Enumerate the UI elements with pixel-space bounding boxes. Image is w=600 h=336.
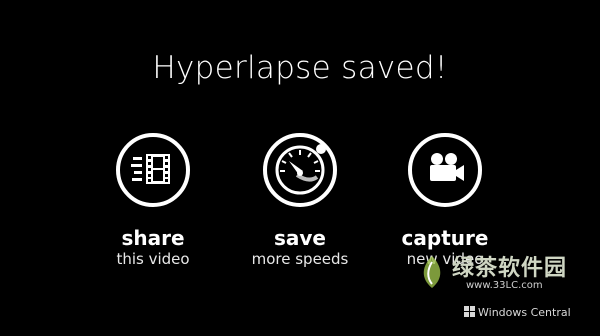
video-camera-icon <box>408 133 482 207</box>
page-title: Hyperlapse saved! <box>152 50 448 86</box>
save-label: save <box>273 226 326 250</box>
watermark-url: www.33LC.com <box>466 280 543 291</box>
share-sublabel: this video <box>116 250 190 268</box>
share-button[interactable]: share this video <box>78 133 228 269</box>
capture-label: capture <box>401 226 489 250</box>
watermark: 绿茶软件园 www.33LC.com Windows Central <box>414 250 594 328</box>
watermark-source: Windows Central <box>478 306 571 319</box>
watermark-site-name: 绿茶软件园 <box>452 256 568 281</box>
windows-logo-icon <box>464 306 475 317</box>
share-video-icon <box>116 133 190 207</box>
site-logo-icon <box>423 256 441 288</box>
capture-button[interactable]: capture new video <box>370 133 520 269</box>
share-label: share <box>121 226 185 250</box>
save-button[interactable]: save more speeds <box>225 133 375 269</box>
save-sublabel: more speeds <box>251 250 349 268</box>
speedometer-icon <box>263 133 337 207</box>
